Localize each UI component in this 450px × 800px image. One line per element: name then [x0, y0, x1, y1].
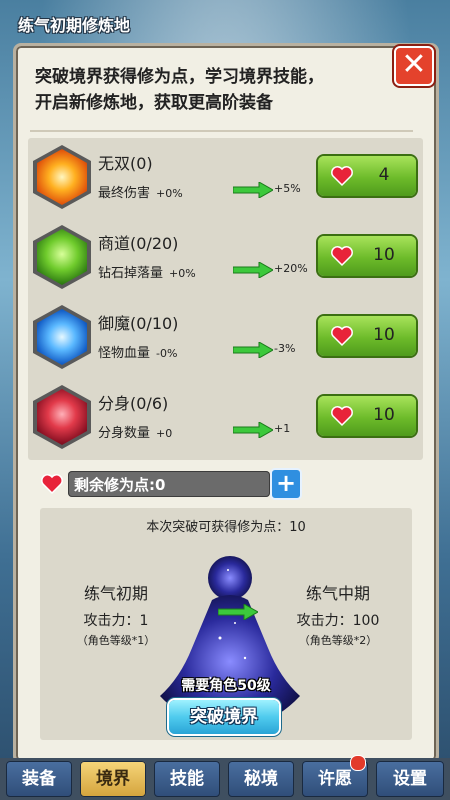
divider	[30, 130, 413, 132]
demon-face-icon	[37, 389, 87, 445]
upgrade-button[interactable]: 4	[318, 156, 416, 196]
skill-row-fenshen: 分身(0/6) 分身数量 +0 +1 10	[28, 380, 423, 460]
remaining-points-bar: 剩余修为点:0	[68, 471, 270, 497]
notification-badge	[350, 755, 366, 771]
upgrade-button[interactable]: 10	[318, 396, 416, 436]
intro-line-1: 突破境界获得修为点，学习境界技能，	[35, 67, 324, 87]
skill-row-wushuang: 无双(0) 最终伤害 +0% +5% 4	[28, 140, 423, 220]
intro-line-2: 开启新修炼地，获取更高阶装备	[35, 93, 273, 113]
upgrade-button[interactable]: 10	[318, 316, 416, 356]
close-icon: ✕	[401, 47, 427, 82]
current-stage: 练气初期 攻击力：1 （角色等级*1）	[56, 580, 176, 648]
skill-name: 御魔(0/10)	[98, 314, 179, 333]
skill-current-value: +0%	[169, 267, 196, 280]
upgrade-cost: 4	[378, 165, 390, 185]
tab-realm[interactable]: 境界	[80, 761, 146, 797]
skill-name: 分身(0/6)	[98, 394, 169, 413]
heart-icon	[331, 326, 353, 347]
intro-text: 突破境界获得修为点，学习境界技能， 开启新修炼地，获取更高阶装备	[35, 64, 375, 116]
next-stage-level: （角色等级*2）	[298, 634, 378, 647]
breakthrough-button[interactable]: 突破境界	[169, 700, 279, 734]
tab-secret-realm[interactable]: 秘境	[228, 761, 294, 797]
current-stage-attack: 攻击力：1	[83, 613, 149, 629]
skill-next-value: +20%	[274, 262, 308, 275]
tab-label: 秘境	[244, 769, 278, 789]
skill-effect: 最终伤害 +0%	[98, 182, 183, 201]
tab-label: 境界	[96, 769, 130, 789]
location-title: 练气初期修炼地	[18, 16, 131, 35]
skill-list: 无双(0) 最终伤害 +0% +5% 4 商道(0/20) 钻石掉落量 +0% +2…	[28, 138, 423, 460]
skill-current-value: -0%	[156, 347, 178, 360]
arrow-right-icon	[233, 262, 273, 278]
bottom-tab-bar: 装备 境界 技能 秘境 许愿 设置	[0, 755, 450, 800]
lightning-icon	[37, 309, 87, 365]
remaining-points-label: 剩余修为点:0	[74, 476, 166, 494]
close-button[interactable]: ✕	[394, 46, 434, 86]
tab-label: 装备	[22, 769, 56, 789]
skill-stat-label: 最终伤害	[98, 186, 151, 201]
skill-effect: 怪物血量 -0%	[98, 342, 177, 361]
tab-label: 设置	[393, 769, 427, 789]
upgrade-cost: 10	[373, 325, 395, 345]
skill-next-value: -3%	[274, 342, 296, 355]
tab-label: 许愿	[318, 769, 352, 789]
fire-burst-icon	[37, 149, 87, 205]
current-stage-name: 练气初期	[83, 584, 148, 603]
tab-label: 技能	[170, 769, 204, 789]
skill-current-value: +0%	[156, 187, 183, 200]
heart-icon	[331, 246, 353, 267]
skill-effect: 钻石掉落量 +0%	[98, 262, 196, 281]
skill-next-value: +5%	[274, 182, 301, 195]
skill-next-value: +1	[274, 422, 291, 435]
upgrade-cost: 10	[373, 405, 395, 425]
green-gem-icon	[37, 229, 87, 285]
breakthrough-panel: 本次突破可获得修为点：10 练气初期 攻击力：1 （角色等级*1） 练气中期 攻…	[40, 508, 412, 740]
skill-row-shangdao: 商道(0/20) 钻石掉落量 +0% +20% 10	[28, 220, 423, 300]
add-points-button[interactable]: +	[270, 468, 302, 500]
current-stage-level: （角色等级*1）	[76, 634, 156, 647]
heart-icon	[331, 166, 353, 187]
next-stage-name: 练气中期	[305, 584, 370, 603]
skill-icon-frame	[33, 305, 91, 369]
skill-stat-label: 分身数量	[98, 426, 151, 441]
arrow-right-icon	[233, 342, 273, 358]
next-stage-attack: 攻击力：100	[296, 613, 380, 629]
skill-current-value: +0	[156, 427, 173, 440]
heart-icon	[331, 406, 353, 427]
arrow-right-icon	[233, 182, 273, 198]
next-stage: 练气中期 攻击力：100 （角色等级*2）	[278, 580, 398, 648]
skill-row-yumo: 御魔(0/10) 怪物血量 -0% -3% 10	[28, 300, 423, 380]
tab-wish[interactable]: 许愿	[302, 755, 368, 797]
skill-name: 商道(0/20)	[98, 234, 179, 253]
tab-skills[interactable]: 技能	[154, 761, 220, 797]
skill-name: 无双(0)	[98, 154, 153, 173]
skill-icon-frame	[33, 225, 91, 289]
skill-icon-frame	[33, 145, 91, 209]
skill-stat-label: 钻石掉落量	[98, 266, 164, 281]
skill-effect: 分身数量 +0	[98, 422, 172, 441]
level-requirement: 需要角色50级	[181, 678, 271, 694]
arrow-right-icon	[218, 604, 258, 620]
skill-icon-frame	[33, 385, 91, 449]
tab-equipment[interactable]: 装备	[6, 761, 72, 797]
plus-icon: +	[275, 469, 297, 497]
skill-stat-label: 怪物血量	[98, 346, 151, 361]
upgrade-button[interactable]: 10	[318, 236, 416, 276]
tab-settings[interactable]: 设置	[376, 761, 444, 797]
arrow-right-icon	[233, 422, 273, 438]
heart-icon	[41, 474, 63, 495]
upgrade-cost: 10	[373, 245, 395, 265]
